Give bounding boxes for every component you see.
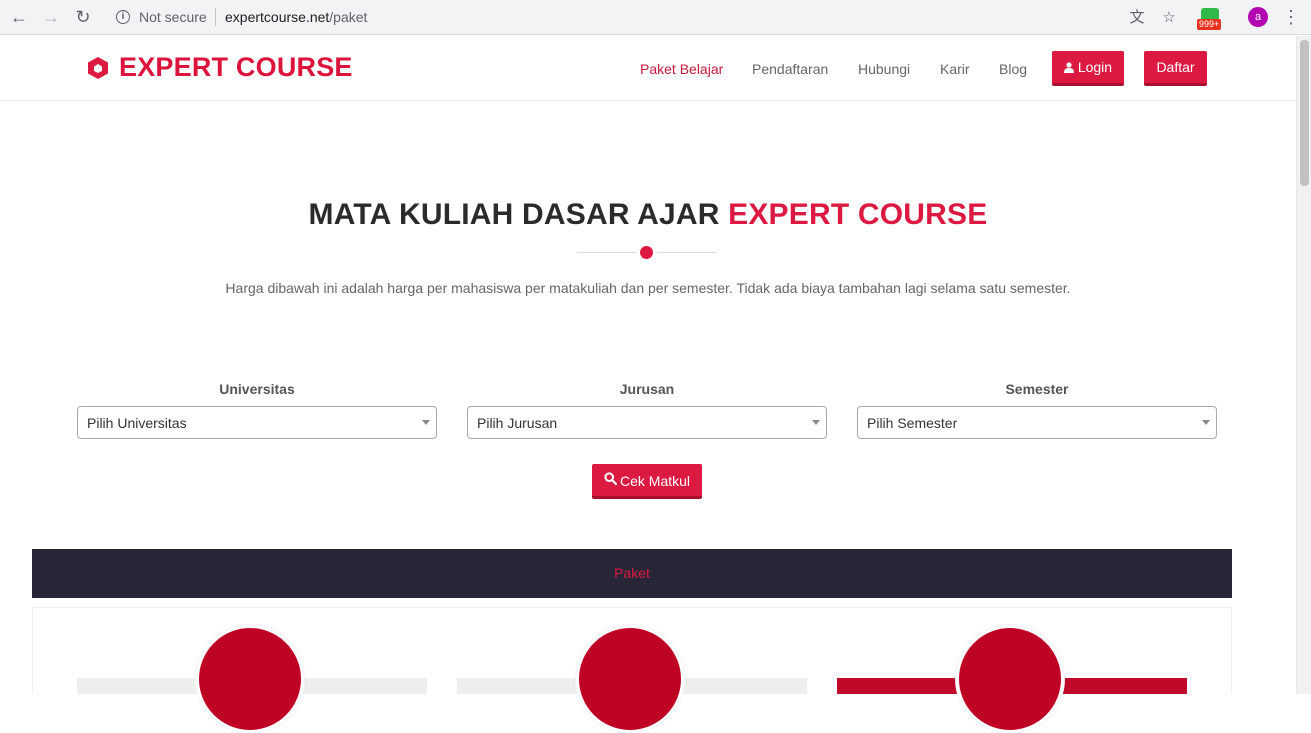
paket-card-badge — [576, 625, 684, 733]
url-domain: expertcourse.net — [225, 9, 330, 25]
jurusan-select[interactable]: Pilih Jurusan — [467, 406, 827, 439]
paket-card-badge — [956, 625, 1064, 733]
divider-line-left — [577, 252, 637, 253]
search-icon — [604, 472, 617, 485]
title-main: MATA KULIAH DASAR AJAR — [308, 198, 729, 231]
url-path: /paket — [329, 9, 368, 25]
nav-paket-belajar[interactable]: Paket Belajar — [640, 61, 723, 77]
not-secure-label: Not secure — [139, 9, 207, 25]
dropdown-arrow-icon — [422, 420, 430, 425]
forward-icon[interactable]: → — [39, 6, 63, 30]
reload-icon[interactable]: ↻ — [71, 6, 95, 30]
nav-karir[interactable]: Karir — [940, 61, 970, 77]
dropdown-arrow-icon — [812, 420, 820, 425]
site-header: EXPERT COURSE Paket Belajar Pendaftaran … — [0, 36, 1296, 101]
divider-line-right — [657, 252, 717, 253]
back-icon[interactable]: ← — [7, 6, 31, 30]
universitas-label: Universitas — [219, 381, 295, 397]
jurusan-value: Pilih Jurusan — [477, 415, 558, 431]
brand-logo-icon[interactable] — [87, 56, 109, 80]
nav-blog[interactable]: Blog — [999, 61, 1027, 77]
cek-matkul-button[interactable]: Cek Matkul — [592, 464, 702, 499]
paket-tab-bar: Paket — [32, 549, 1232, 598]
universitas-value: Pilih Universitas — [87, 415, 187, 431]
info-icon[interactable]: i — [116, 10, 130, 24]
paket-card-badge — [196, 625, 304, 733]
dropdown-arrow-icon — [1202, 420, 1210, 425]
semester-label: Semester — [1005, 381, 1069, 397]
cek-matkul-label: Cek Matkul — [620, 473, 691, 489]
translate-icon[interactable]: 文 — [1126, 7, 1148, 29]
user-icon — [1063, 62, 1074, 73]
address-bar[interactable]: expertcourse.net/paket — [225, 9, 367, 25]
browser-toolbar: ← → ↻ i Not secure expertcourse.net/pake… — [0, 0, 1311, 35]
url-separator — [215, 8, 216, 26]
nav-pendaftaran[interactable]: Pendaftaran — [752, 61, 828, 77]
menu-kebab-icon[interactable]: ⋮ — [1282, 6, 1300, 28]
page-title: MATA KULIAH DASAR AJAR EXPERT COURSE — [0, 198, 1296, 232]
semester-select[interactable]: Pilih Semester — [857, 406, 1217, 439]
universitas-select[interactable]: Pilih Universitas — [77, 406, 437, 439]
nav-hubungi[interactable]: Hubungi — [858, 61, 910, 77]
daftar-label: Daftar — [1156, 59, 1195, 75]
login-button[interactable]: Login — [1052, 51, 1124, 86]
daftar-button[interactable]: Daftar — [1144, 51, 1207, 86]
star-icon[interactable]: ☆ — [1158, 7, 1180, 29]
semester-value: Pilih Semester — [867, 415, 958, 431]
login-label: Login — [1077, 59, 1113, 75]
page-scrollbar[interactable] — [1296, 36, 1311, 694]
brand-name[interactable]: EXPERT COURSE — [119, 52, 353, 83]
title-accent: EXPERT COURSE — [728, 198, 988, 231]
profile-avatar[interactable]: a — [1248, 7, 1268, 27]
paket-tab[interactable]: Paket — [32, 565, 1232, 581]
jurusan-label: Jurusan — [619, 381, 675, 397]
extension-badge: 999+ — [1197, 19, 1222, 30]
scrollbar-thumb[interactable] — [1300, 40, 1309, 186]
page-subtitle: Harga dibawah ini adalah harga per mahas… — [225, 280, 1071, 296]
divider-dot — [640, 246, 653, 259]
